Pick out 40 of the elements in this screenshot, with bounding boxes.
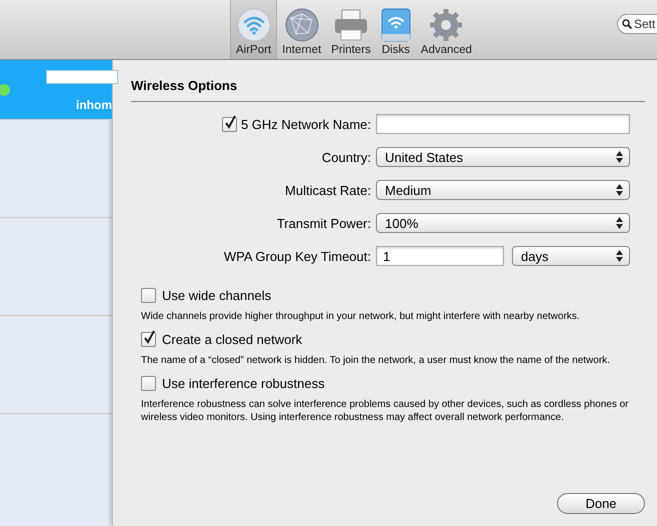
stepper-arrows-icon <box>616 151 623 163</box>
option-description: The name of a “closed” network is hidden. To join the network, a user must know the name of the network. <box>141 354 611 367</box>
popup-menu[interactable]: Medium <box>376 180 630 200</box>
printer-icon <box>332 8 369 42</box>
checkbox-label: Create a closed network <box>162 332 302 347</box>
checkbox[interactable] <box>141 332 156 347</box>
search-field[interactable]: Sett <box>617 14 657 34</box>
checkbox[interactable] <box>222 116 237 132</box>
popup-menu[interactable]: United States <box>376 147 630 167</box>
field-label: Multicast Rate: <box>285 182 371 198</box>
gear-icon <box>429 8 464 42</box>
name-field <box>46 70 118 84</box>
option-description: Wide channels provide higher throughput in your network, but might interfere with nearby networks. <box>141 310 581 323</box>
toolbar-button[interactable]: Advanced <box>416 0 477 59</box>
toolbar-button[interactable]: AirPort <box>230 0 278 59</box>
stepper-arrows-icon <box>616 217 623 229</box>
checkbox[interactable] <box>141 288 156 303</box>
field-label: Transmit Power: <box>276 216 371 230</box>
checkbox-label: Use wide channels <box>162 288 272 303</box>
toolbar-button[interactable]: Printers <box>326 0 376 59</box>
search-icon <box>622 19 632 29</box>
text-field[interactable] <box>376 114 630 134</box>
popup-menu[interactable]: days <box>512 246 630 266</box>
toolbar-button[interactable]: Disks <box>376 0 416 59</box>
field-label: Country: <box>322 150 371 164</box>
text-field[interactable]: 1 <box>376 246 504 266</box>
wifi-icon <box>236 8 271 42</box>
sheet-title: Wireless Options <box>131 78 238 93</box>
stepper-arrows-icon <box>616 184 623 196</box>
toolbar-button[interactable]: Internet <box>277 0 326 59</box>
done-button[interactable]: Done <box>557 493 645 514</box>
field-label: 5 GHz Network Name: <box>240 116 371 132</box>
device-name: inhom <box>76 98 112 112</box>
option-description: Interference robustness can solve interference problems caused by other devices, such as cordless phones or wireless video monitors. Using interference robustness may affect overall network performance. <box>141 398 630 424</box>
popup-menu[interactable]: 100% <box>376 213 630 233</box>
globe-icon <box>284 8 319 42</box>
stepper-arrows-icon <box>616 250 623 262</box>
field-label: WPA Group Key Timeout: <box>224 248 371 264</box>
checkbox[interactable] <box>141 376 156 391</box>
checkbox-label: Use interference robustness <box>162 376 325 391</box>
